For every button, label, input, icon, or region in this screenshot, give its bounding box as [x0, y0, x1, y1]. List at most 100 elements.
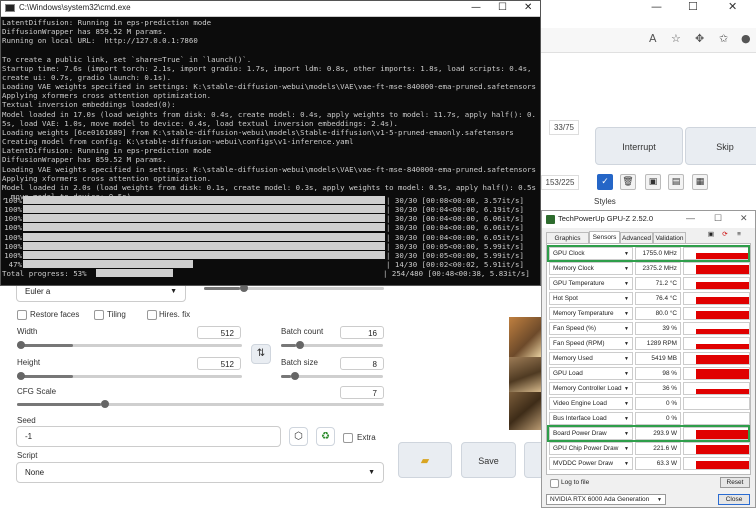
sensor-value: 1289 RPM — [635, 337, 681, 350]
reuse-seed-button[interactable]: ♻ — [316, 427, 335, 446]
slider-knob[interactable] — [291, 372, 300, 380]
hires-fix-checkbox[interactable] — [147, 310, 157, 320]
close-button[interactable]: Close — [718, 494, 750, 505]
styles-label: Styles — [594, 197, 616, 206]
favorites-bar-icon[interactable]: ✩ — [719, 32, 728, 45]
sensor-graph — [683, 367, 750, 380]
gpuz-titlebar[interactable]: TechPowerUp GPU-Z 2.52.0 — ☐ ✕ — [542, 211, 755, 228]
width-input[interactable]: 512 — [197, 326, 241, 339]
restore-faces-checkbox[interactable] — [17, 310, 27, 320]
interrupt-button[interactable]: Interrupt — [595, 127, 683, 165]
browser-toolbar: A ☆ ✥ ✩ ● — [541, 28, 756, 53]
sensor-name[interactable]: Video Engine Load ▼ — [549, 397, 633, 410]
tab-sensors[interactable]: Sensors — [589, 231, 620, 243]
sensor-row: Memory Temperature ▼ 80.0 °C — [549, 307, 750, 321]
sensor-name[interactable]: Memory Used ▼ — [549, 352, 633, 365]
batch-count-slider[interactable] — [281, 341, 383, 349]
style-card-icon[interactable]: ▣ — [645, 174, 661, 190]
batch-size-slider[interactable] — [281, 372, 383, 380]
script-select[interactable]: None ▼ — [16, 462, 384, 483]
profile-icon[interactable]: ● — [741, 32, 751, 45]
slider-fill — [281, 375, 292, 378]
width-slider[interactable] — [17, 341, 242, 349]
close-icon[interactable]: ✕ — [740, 213, 748, 224]
reset-button[interactable]: Reset — [720, 477, 750, 488]
extensions-icon[interactable]: ✥ — [695, 32, 704, 45]
cmd-titlebar[interactable]: C:\Windows\system32\cmd.exe — ☐ ✕ — [1, 1, 540, 17]
extra-label: Extra — [357, 433, 376, 442]
tab-validation[interactable]: Validation — [653, 232, 686, 243]
output-thumbnail[interactable] — [509, 392, 541, 430]
save-style-icon[interactable]: ▦ — [692, 174, 708, 190]
camera-icon[interactable]: ▣ — [706, 230, 716, 241]
log-to-file-checkbox[interactable] — [550, 479, 559, 488]
sensor-name[interactable]: Fan Speed (RPM) ▼ — [549, 337, 633, 350]
sensor-graph-fill — [695, 329, 749, 334]
device-select[interactable]: NVIDIA RTX 6000 Ada Generation ▼ — [546, 494, 666, 505]
clipboard-icon[interactable]: ▤ — [668, 174, 684, 190]
sensor-name[interactable]: Hot Spot ▼ — [549, 292, 633, 305]
sampling-steps-slider[interactable] — [204, 284, 384, 292]
slider-knob[interactable] — [17, 341, 25, 349]
cmd-window[interactable]: C:\Windows\system32\cmd.exe — ☐ ✕ Latent… — [0, 0, 541, 286]
sensor-name-text: MVDDC Power Draw — [553, 460, 614, 467]
total-progress-label: Total progress: 53% — [2, 269, 87, 279]
cfg-scale-slider[interactable] — [17, 400, 384, 408]
tiling-checkbox[interactable] — [94, 310, 104, 320]
sensor-name[interactable]: Bus Interface Load ▼ — [549, 412, 633, 425]
sensor-name[interactable]: Memory Temperature ▼ — [549, 307, 633, 320]
sensor-value: 39 % — [635, 322, 681, 335]
restore-faces-label: Restore faces — [30, 310, 80, 319]
skip-button[interactable]: Skip — [685, 127, 756, 165]
tab-graphics-card[interactable]: Graphics Card — [546, 232, 589, 253]
sensor-name[interactable]: MVDDC Power Draw ▼ — [549, 457, 633, 470]
progress-row: 100% | 30/30 [00:05<00:00, 5.99it/s] — [1, 250, 542, 260]
seed-input[interactable]: -1 — [16, 426, 281, 447]
sensor-name[interactable]: GPU Temperature ▼ — [549, 277, 633, 290]
sensor-name-text: Memory Clock — [553, 265, 594, 272]
favorite-icon[interactable]: ☆ — [671, 32, 681, 45]
batch-size-input[interactable]: 8 — [340, 357, 384, 370]
minimize-icon[interactable]: — — [471, 2, 481, 13]
height-input[interactable]: 512 — [197, 357, 241, 370]
chevron-down-icon: ▼ — [368, 469, 375, 476]
sensor-name[interactable]: Memory Clock ▼ — [549, 262, 633, 275]
sensor-row: Bus Interface Load ▼ 0 % — [549, 412, 750, 426]
swap-dimensions-button[interactable]: ⇅ — [251, 344, 271, 364]
height-label: Height — [17, 358, 41, 367]
random-seed-button[interactable]: ⬡ — [289, 427, 308, 446]
open-folder-button[interactable]: ▰ — [398, 442, 452, 478]
sensor-name[interactable]: GPU Load ▼ — [549, 367, 633, 380]
trash-icon[interactable]: 🗑 — [620, 174, 636, 190]
maximize-icon[interactable]: ☐ — [688, 0, 698, 14]
tab-advanced[interactable]: Advanced — [620, 232, 653, 243]
batch-count-input[interactable]: 16 — [340, 326, 384, 339]
save-button[interactable]: Save — [461, 442, 516, 478]
minimize-icon[interactable]: — — [686, 213, 695, 223]
progress-bar-fill — [23, 205, 385, 214]
output-thumbnail[interactable] — [509, 317, 541, 357]
slider-knob[interactable] — [17, 372, 25, 380]
cfg-scale-label: CFG Scale — [17, 387, 57, 396]
minimize-icon[interactable]: — — [651, 0, 662, 14]
apply-style-icon[interactable]: ✓ — [597, 174, 613, 190]
refresh-icon[interactable]: ⟳ — [720, 230, 730, 241]
sensor-name[interactable]: Memory Controller Load ▼ — [549, 382, 633, 395]
progress-row: 100% | 30/30 [00:04<00:00, 6.06it/s] — [1, 223, 542, 232]
gpuz-window[interactable]: TechPowerUp GPU-Z 2.52.0 — ☐ ✕ Graphics … — [541, 210, 756, 508]
slider-knob[interactable] — [296, 341, 305, 349]
sensor-name[interactable]: GPU Chip Power Draw ▼ — [549, 442, 633, 455]
close-icon[interactable]: ✕ — [728, 0, 737, 14]
menu-icon[interactable]: ≡ — [734, 230, 744, 241]
height-slider[interactable] — [17, 372, 242, 380]
read-aloud-icon[interactable]: A — [649, 32, 657, 45]
cfg-scale-input[interactable]: 7 — [340, 386, 384, 399]
close-icon[interactable]: ✕ — [524, 2, 532, 13]
maximize-icon[interactable]: ☐ — [714, 213, 722, 224]
slider-knob[interactable] — [101, 400, 110, 408]
sensor-name[interactable]: Fan Speed (%) ▼ — [549, 322, 633, 335]
sensor-name-text: Fan Speed (RPM) — [553, 340, 605, 347]
extra-checkbox[interactable] — [343, 433, 353, 443]
output-thumbnail[interactable] — [509, 357, 541, 392]
maximize-icon[interactable]: ☐ — [498, 2, 507, 13]
